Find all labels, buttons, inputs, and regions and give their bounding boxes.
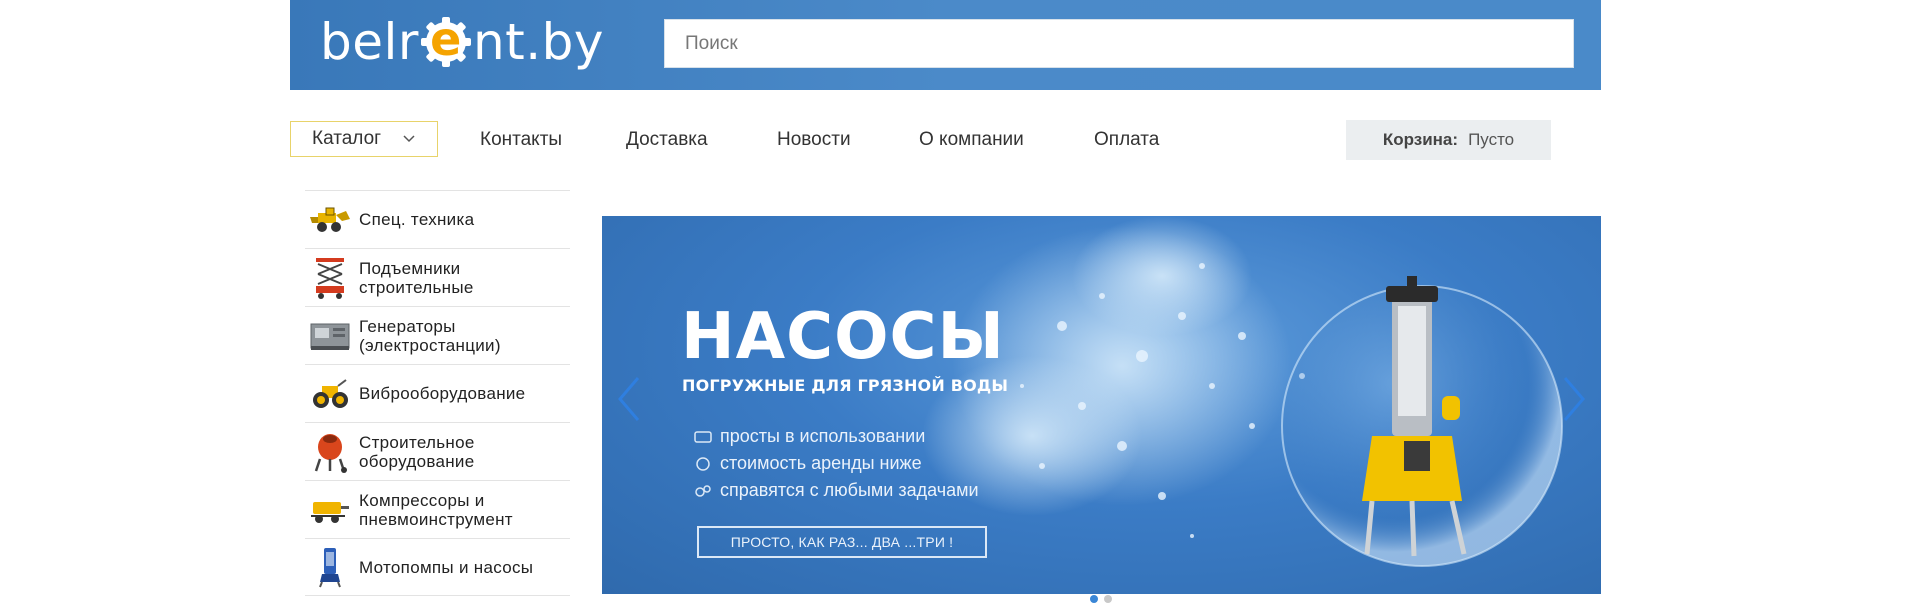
logo-text-right: nt.by bbox=[472, 13, 604, 71]
pump-icon bbox=[305, 544, 355, 590]
banner-subtitle: ПОГРУЖНЫЕ ДЛЯ ГРЯЗНОЙ ВОДЫ bbox=[682, 376, 1009, 395]
promo-banner[interactable]: НАСОСЫ ПОГРУЖНЫЕ ДЛЯ ГРЯЗНОЙ ВОДЫ просты… bbox=[602, 216, 1601, 594]
catalog-dropdown-button[interactable]: Каталог bbox=[290, 121, 438, 157]
catalog-sidebar: Спец. техника Подъемники строительные Ге… bbox=[305, 190, 570, 596]
coin-icon bbox=[696, 456, 710, 471]
sidebar-item-label: Строительное оборудование bbox=[359, 432, 475, 471]
sidebar-item-construction-lifts[interactable]: Подъемники строительные bbox=[305, 248, 570, 306]
compressor-icon bbox=[305, 487, 355, 533]
sidebar-item-label: Компрессоры и пневмоинструмент bbox=[359, 490, 513, 529]
chevron-down-icon bbox=[403, 135, 415, 143]
scissor-lift-icon bbox=[305, 255, 355, 301]
banner-cta-button[interactable]: ПРОСТО, КАК РАЗ... ДВА ...ТРИ ! bbox=[697, 526, 987, 558]
nav-link-contacts[interactable]: Контакты bbox=[480, 129, 562, 151]
loader-icon bbox=[305, 197, 355, 243]
sidebar-item-compressors[interactable]: Компрессоры и пневмоинструмент bbox=[305, 480, 570, 538]
nav-link-about[interactable]: О компании bbox=[919, 129, 1024, 151]
chevron-left-icon[interactable] bbox=[614, 374, 644, 424]
slider-dot-1[interactable] bbox=[1090, 595, 1098, 603]
site-header: belr e nt.by bbox=[290, 0, 1601, 90]
sidebar-item-vibro-equipment[interactable]: Виброоборудование bbox=[305, 364, 570, 422]
gear-icon: e bbox=[420, 12, 472, 68]
gears-icon bbox=[695, 484, 711, 497]
banner-title: НАСОСЫ bbox=[681, 300, 1005, 374]
banner-feature-text: просты в использовании bbox=[720, 426, 926, 446]
concrete-mixer-icon bbox=[305, 429, 355, 475]
chevron-right-icon[interactable] bbox=[1559, 374, 1589, 424]
banner-feature-text: справятся с любыми задачами bbox=[720, 480, 979, 500]
generator-icon bbox=[305, 313, 355, 359]
nav-link-payment[interactable]: Оплата bbox=[1094, 129, 1159, 151]
search-input[interactable] bbox=[664, 19, 1574, 68]
sidebar-item-construction-equipment[interactable]: Строительное оборудование bbox=[305, 422, 570, 480]
sidebar-item-label: Подъемники строительные bbox=[359, 258, 474, 297]
hand-icon bbox=[694, 430, 712, 443]
catalog-label: Каталог bbox=[312, 128, 382, 149]
slider-dot-2[interactable] bbox=[1104, 595, 1112, 603]
nav-link-delivery[interactable]: Доставка bbox=[626, 129, 708, 151]
logo-text-mid: e bbox=[430, 12, 462, 66]
sidebar-item-label: Виброоборудование bbox=[359, 384, 526, 403]
slider-pagination bbox=[1090, 595, 1112, 603]
cart-status: Пусто bbox=[1468, 130, 1515, 149]
banner-feature: просты в использовании bbox=[694, 426, 925, 447]
cart-label: Корзина: bbox=[1382, 130, 1459, 149]
logo-text-left: belr bbox=[320, 13, 419, 71]
site-logo[interactable]: belr e nt.by bbox=[320, 12, 604, 71]
sidebar-item-pumps[interactable]: Мотопомпы и насосы bbox=[305, 538, 570, 596]
sidebar-item-generators[interactable]: Генераторы (электростанции) bbox=[305, 306, 570, 364]
sidebar-item-special-machinery[interactable]: Спец. техника bbox=[305, 190, 570, 248]
banner-feature: стоимость аренды ниже bbox=[694, 453, 922, 474]
sidebar-item-label: Генераторы (электростанции) bbox=[359, 316, 501, 355]
banner-feature: справятся с любыми задачами bbox=[694, 480, 979, 501]
cart-widget[interactable]: Корзина: Пусто bbox=[1346, 120, 1551, 160]
sidebar-item-label: Мотопомпы и насосы bbox=[359, 557, 534, 577]
nav-link-news[interactable]: Новости bbox=[777, 129, 851, 151]
banner-feature-text: стоимость аренды ниже bbox=[720, 453, 922, 473]
sidebar-item-label: Спец. техника bbox=[359, 210, 475, 229]
vibro-roller-icon bbox=[305, 371, 355, 417]
